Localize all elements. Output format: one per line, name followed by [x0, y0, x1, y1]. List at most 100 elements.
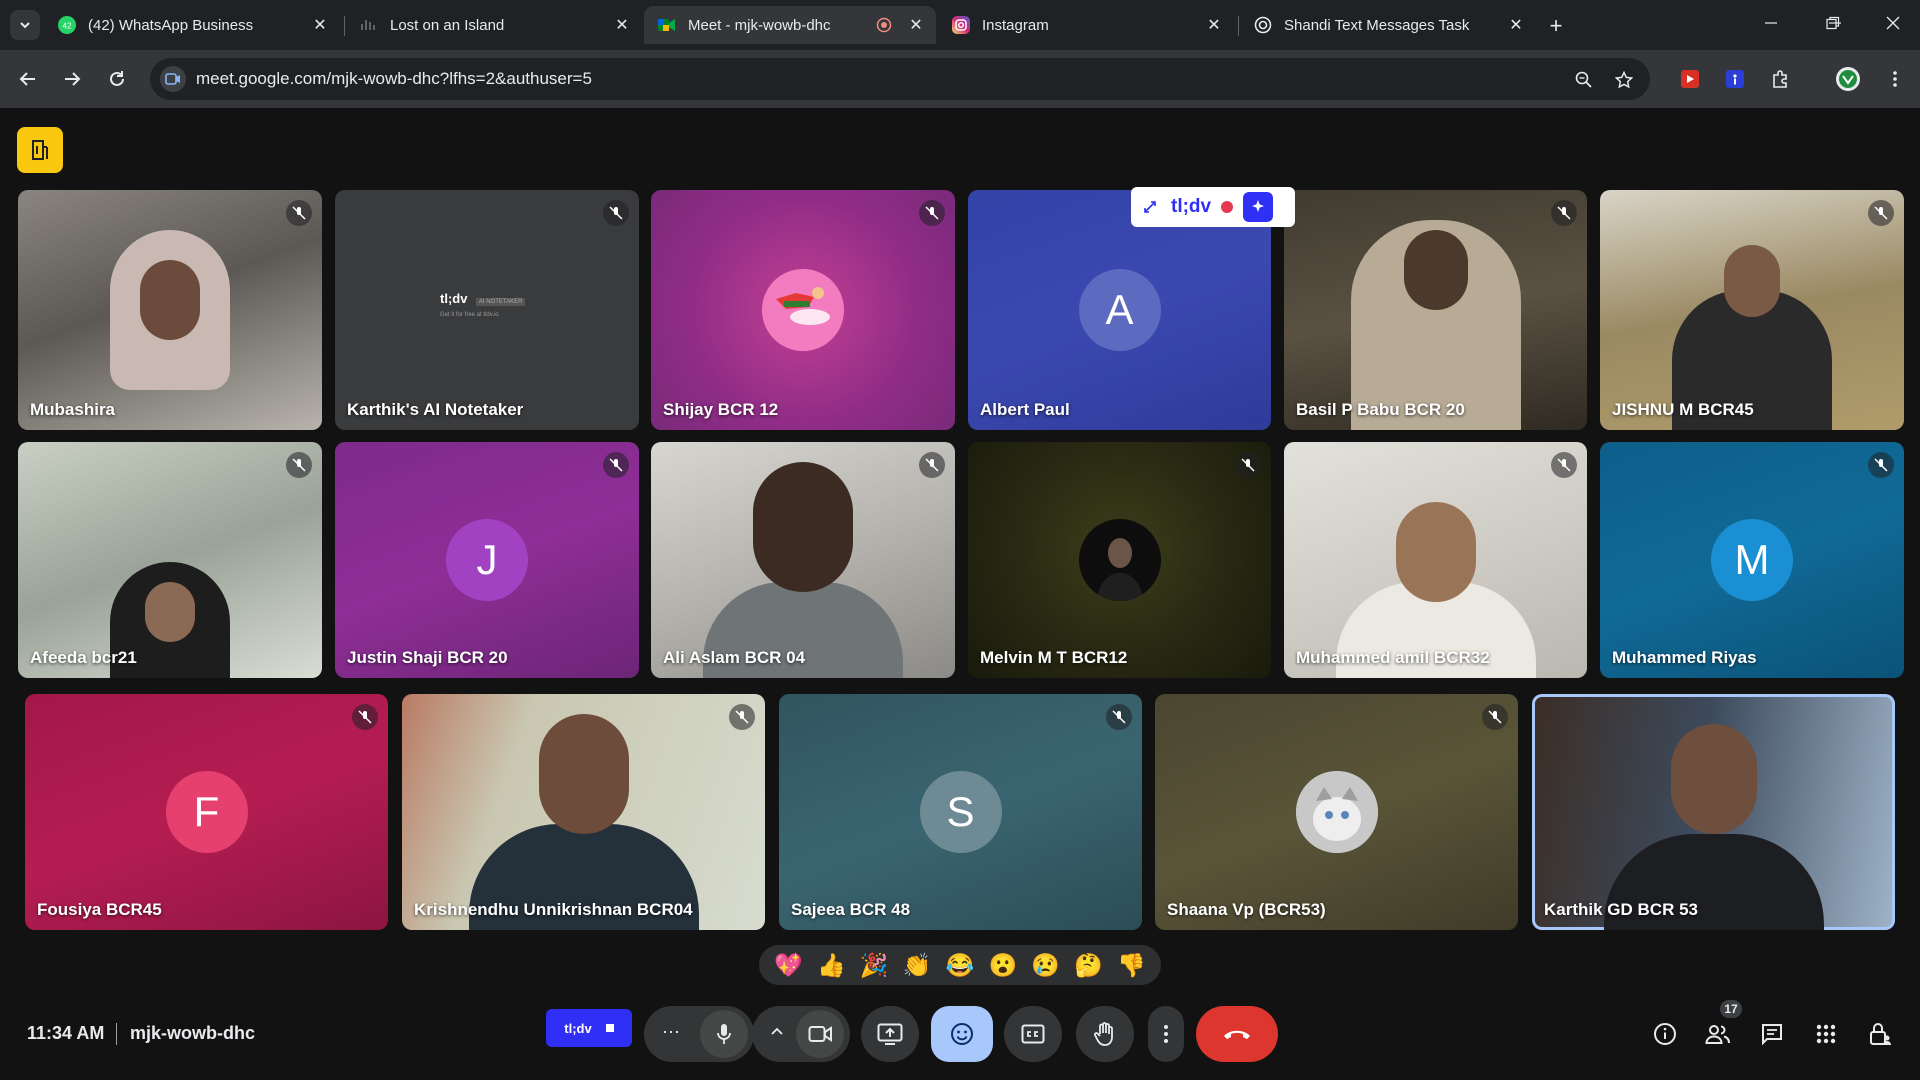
tab-lost-on-island[interactable]: Lost on an Island ✕	[346, 6, 642, 44]
extension-red-icon[interactable]	[1678, 67, 1702, 91]
participant-tile[interactable]: Shaana Vp (BCR53)	[1155, 694, 1518, 930]
reaction-thinking[interactable]: 🤔	[1074, 952, 1103, 979]
more-audio-options-icon[interactable]: ⋯	[662, 1022, 680, 1043]
more-vertical-icon	[1164, 1025, 1168, 1043]
host-controls-button[interactable]	[1864, 1018, 1896, 1050]
participant-tile[interactable]: tl;dv AI NOTETAKER Get it for free at tl…	[335, 190, 639, 430]
close-tab-icon[interactable]: ✕	[904, 13, 928, 37]
tab-search-button[interactable]	[10, 10, 40, 40]
reaction-thumbs-up[interactable]: 👍	[817, 952, 846, 979]
browser-tab-strip: 42 (42) WhatsApp Business ✕ Lost on an I…	[0, 0, 1920, 50]
close-tab-icon[interactable]: ✕	[308, 13, 332, 37]
participant-tile[interactable]: Afeeda bcr21	[18, 442, 322, 678]
extension-blue-icon[interactable]	[1723, 67, 1747, 91]
tldv-recording-overlay[interactable]: tl;dv	[1131, 187, 1295, 227]
mic-off-icon	[1106, 704, 1132, 730]
tab-google-meet[interactable]: Meet - mjk-wowb-dhc ✕	[644, 6, 936, 44]
close-tab-icon[interactable]: ✕	[1202, 13, 1226, 37]
present-screen-button[interactable]	[861, 1006, 919, 1062]
minimize-window-button[interactable]	[1746, 0, 1796, 46]
participant-avatar: J	[446, 519, 528, 601]
participant-tile[interactable]: S Sajeea BCR 48	[779, 694, 1142, 930]
mic-off-icon	[603, 452, 629, 478]
close-window-button[interactable]	[1868, 0, 1918, 46]
participant-name: Albert Paul	[980, 400, 1070, 419]
participant-tile[interactable]: Krishnendhu Unnikrishnan BCR04	[402, 694, 765, 930]
participant-tile[interactable]: Muhammed amil BCR32	[1284, 442, 1587, 678]
tab-shandi-task[interactable]: Shandi Text Messages Task ✕	[1240, 6, 1536, 44]
reaction-surprised[interactable]: 😮	[988, 952, 1017, 979]
mic-off-icon	[1235, 452, 1261, 478]
reaction-thumbs-down[interactable]: 👎	[1117, 952, 1146, 979]
back-button[interactable]	[12, 63, 44, 95]
activities-button[interactable]	[1810, 1018, 1842, 1050]
participant-tile[interactable]: Ali Aslam BCR 04	[651, 442, 955, 678]
expand-icon[interactable]	[1143, 200, 1157, 214]
tab-title: (42) WhatsApp Business	[88, 16, 254, 34]
participant-avatar: S	[919, 771, 1002, 853]
microphone-button[interactable]	[700, 1010, 748, 1058]
mic-off-icon	[919, 200, 945, 226]
extensions-puzzle-icon[interactable]	[1768, 67, 1792, 91]
participant-name: Karthik's AI Notetaker	[347, 400, 524, 419]
tab-whatsapp[interactable]: 42 (42) WhatsApp Business ✕	[44, 6, 340, 44]
tldv-button[interactable]: tl;dv	[546, 1009, 632, 1047]
audio-control-group: ⋯	[644, 1006, 754, 1062]
mic-off-icon	[919, 452, 945, 478]
zoom-icon[interactable]	[1572, 68, 1596, 92]
chat-button[interactable]	[1756, 1018, 1788, 1050]
restore-window-button[interactable]	[1808, 0, 1858, 46]
people-button[interactable]: 17	[1702, 1000, 1742, 1050]
participant-tile[interactable]: Shijay BCR 12	[651, 190, 955, 430]
lock-person-icon	[1870, 1023, 1891, 1045]
address-bar[interactable]: meet.google.com/mjk-wowb-dhc?lfhs=2&auth…	[150, 58, 1650, 100]
participant-tile[interactable]: Basil P Babu BCR 20	[1284, 190, 1587, 430]
bookmark-star-icon[interactable]	[1612, 68, 1636, 92]
reaction-clapping[interactable]: 👏	[903, 952, 932, 979]
camera-button[interactable]	[796, 1010, 844, 1058]
more-options-button[interactable]	[1148, 1006, 1184, 1062]
chevron-up-icon[interactable]	[770, 1024, 784, 1043]
participant-tile[interactable]: Melvin M T BCR12	[968, 442, 1271, 678]
participant-tile[interactable]: Mubashira	[18, 190, 322, 430]
chat-icon	[1762, 1024, 1782, 1046]
profile-avatar[interactable]	[1836, 67, 1860, 91]
reaction-party-popper[interactable]: 🎉	[860, 952, 889, 979]
participant-tile[interactable]: J Justin Shaji BCR 20	[335, 442, 639, 678]
reload-button[interactable]	[101, 63, 133, 95]
meeting-info-button[interactable]	[1649, 1018, 1681, 1050]
raise-hand-button[interactable]	[1076, 1006, 1134, 1062]
captions-button[interactable]	[1004, 1006, 1062, 1062]
site-info-icon[interactable]	[160, 66, 186, 92]
close-tab-icon[interactable]: ✕	[610, 13, 634, 37]
meeting-details-button[interactable]	[17, 127, 63, 173]
participant-name: Sajeea BCR 48	[791, 900, 911, 919]
minimize-icon	[1765, 22, 1777, 24]
participant-tile[interactable]: F Fousiya BCR45	[25, 694, 388, 930]
sparkle-icon[interactable]	[1243, 192, 1274, 222]
close-tab-icon[interactable]: ✕	[1504, 13, 1528, 37]
participant-face	[1724, 245, 1780, 317]
participant-tile[interactable]: JISHNU M BCR45	[1600, 190, 1904, 430]
participant-tile-active[interactable]: Karthik GD BCR 53	[1532, 694, 1895, 930]
tldv-logo-text: tl;dv	[1171, 196, 1212, 217]
reaction-sad[interactable]: 😢	[1031, 952, 1060, 979]
reaction-laughing[interactable]: 😂	[946, 952, 975, 979]
leave-call-button[interactable]	[1196, 1006, 1278, 1062]
mic-off-icon	[729, 704, 755, 730]
google-meet-icon	[658, 16, 676, 34]
browser-menu-icon[interactable]	[1883, 67, 1907, 91]
tab-title: Lost on an Island	[390, 16, 505, 34]
mic-off-icon	[1551, 200, 1577, 226]
reactions-button[interactable]	[931, 1006, 993, 1062]
new-tab-button[interactable]: +	[1542, 12, 1570, 40]
participant-name: Melvin M T BCR12	[980, 648, 1128, 667]
captions-icon	[1021, 1024, 1045, 1044]
reaction-sparkling-heart[interactable]: 💖	[774, 952, 803, 979]
participant-tile[interactable]: M Muhammed Riyas	[1600, 442, 1904, 678]
participant-avatar: M	[1711, 519, 1793, 601]
forward-button[interactable]	[56, 63, 88, 95]
participant-face	[538, 714, 629, 834]
tab-instagram[interactable]: Instagram ✕	[938, 6, 1234, 44]
building-icon	[32, 140, 48, 160]
